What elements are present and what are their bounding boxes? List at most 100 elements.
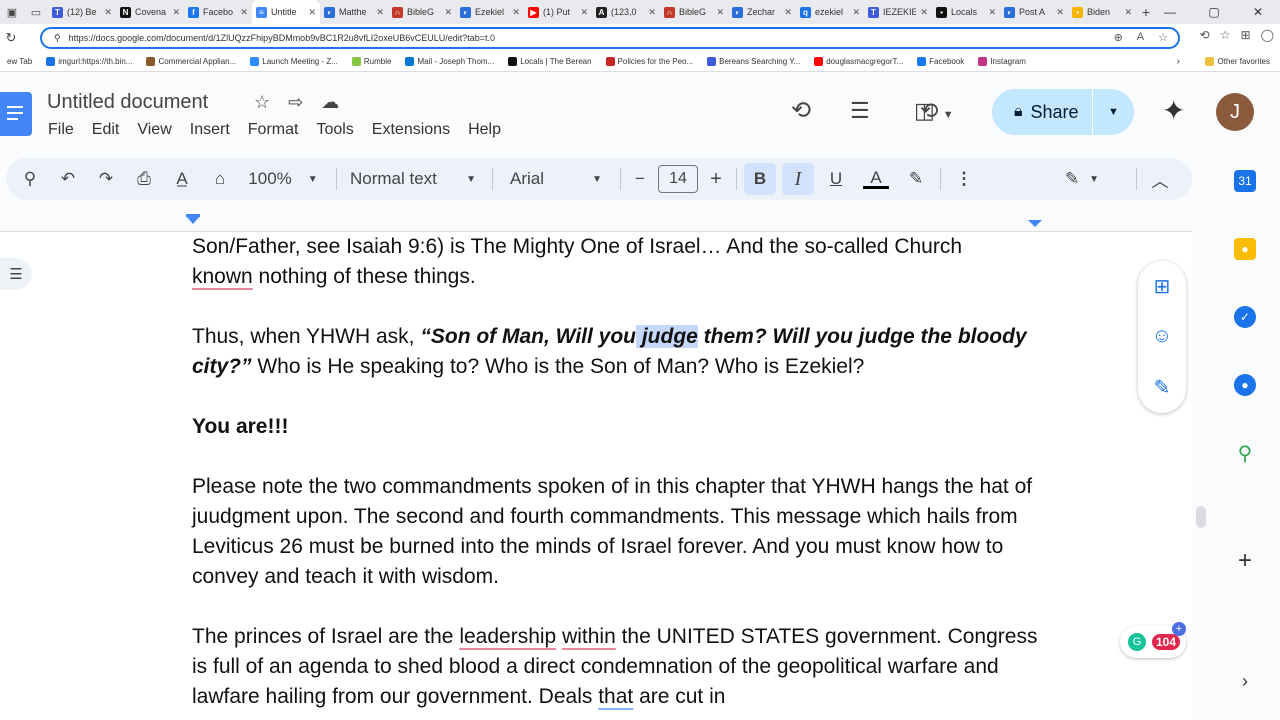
right-indent-marker[interactable] [1028, 220, 1042, 227]
get-addons-icon[interactable]: + [1234, 547, 1256, 574]
bookmark-item[interactable]: Locals | The Berean [501, 57, 598, 66]
browser-tab[interactable]: f Facebo ✕ [184, 2, 252, 22]
browser-tab[interactable]: q ezekiel ✕ [796, 2, 864, 22]
close-tab-icon[interactable]: ✕ [1056, 7, 1064, 18]
font-size-field[interactable]: 14 [658, 165, 698, 193]
close-tab-icon[interactable]: ✕ [512, 7, 520, 18]
close-tab-icon[interactable]: ✕ [240, 7, 248, 18]
site-info-icon[interactable]: ⚲ [54, 33, 61, 44]
text-color-icon[interactable]: A [862, 158, 890, 200]
menu-tools[interactable]: Tools [316, 121, 353, 139]
favorite-star-icon[interactable]: ☆ [1158, 31, 1168, 44]
bookmark-item[interactable]: Policies for the Peo... [599, 57, 701, 66]
browser-tab[interactable]: A (123,0 ✕ [592, 2, 660, 22]
suggestion-word[interactable]: that [598, 685, 633, 708]
document-outline-icon[interactable]: ☰ [0, 258, 32, 290]
bookmark-item[interactable]: Mail - Joseph Thom... [398, 57, 501, 66]
grammarly-widget[interactable]: G 104 + [1120, 622, 1186, 658]
bookmark-item[interactable]: Facebook [910, 57, 971, 66]
browser-tab[interactable]: ∩ BibleG ✕ [660, 2, 728, 22]
close-tab-icon[interactable]: ✕ [648, 7, 656, 18]
show-panel-icon[interactable]: › [1234, 670, 1256, 692]
more-options-icon[interactable]: ⋮ [950, 158, 978, 200]
menu-help[interactable]: Help [468, 121, 501, 139]
zoom-select[interactable]: 100% ▼ [242, 158, 324, 200]
suggest-edits-icon[interactable]: ✎ [1154, 375, 1171, 400]
zoom-icon[interactable]: ⊕ [1114, 31, 1123, 44]
add-comment-icon[interactable]: ⊞ [1154, 274, 1171, 299]
maximize-icon[interactable]: ▢ [1192, 0, 1236, 24]
bookmark-item[interactable]: ew Tab [0, 57, 39, 66]
workspaces-icon[interactable]: ▣ [0, 0, 24, 24]
bookmark-item[interactable]: imgurl:https://th.bin... [39, 57, 139, 66]
close-tab-icon[interactable]: ✕ [852, 7, 860, 18]
flagged-word[interactable]: leadership [459, 625, 556, 648]
browser-tab[interactable]: ∩ BibleG ✕ [388, 2, 456, 22]
scrollbar-thumb[interactable] [1196, 506, 1206, 528]
browser-tab[interactable]: T IEZEKIE ✕ [864, 2, 932, 22]
browser-tab[interactable]: ◐ Ezekiel ✕ [456, 2, 524, 22]
underline-icon[interactable]: U [822, 158, 850, 200]
highlight-icon[interactable]: ✎ [902, 158, 930, 200]
close-tab-icon[interactable]: ✕ [376, 7, 384, 18]
paragraph-style-select[interactable]: Normal text ▼ [350, 158, 480, 200]
document-title[interactable]: Untitled document [47, 91, 208, 114]
document-body[interactable]: Son/Father, see Isaiah 9:6) is The Might… [192, 232, 1042, 712]
tab-actions-icon[interactable]: ▭ [24, 0, 48, 24]
gemini-icon[interactable]: ✦ [1162, 94, 1185, 127]
browser-tab[interactable]: ▪ Locals ✕ [932, 2, 1000, 22]
menu-insert[interactable]: Insert [190, 121, 230, 139]
close-tab-icon[interactable]: ✕ [920, 7, 928, 18]
move-folder-icon[interactable]: ⇨ [288, 92, 303, 113]
menu-edit[interactable]: Edit [92, 121, 120, 139]
selected-text[interactable]: judge [636, 325, 698, 348]
browser-tab[interactable]: ◐ Zechar ✕ [728, 2, 796, 22]
document-page[interactable]: Son/Father, see Isaiah 9:6) is The Might… [0, 232, 1192, 720]
calendar-icon[interactable]: 31 [1234, 170, 1256, 192]
star-icon[interactable]: ☆ [254, 92, 270, 113]
close-tab-icon[interactable]: ✕ [784, 7, 792, 18]
profile-icon[interactable]: ◯ [1261, 28, 1274, 42]
close-tab-icon[interactable]: ✕ [988, 7, 996, 18]
close-tab-icon[interactable]: ✕ [308, 7, 316, 18]
close-tab-icon[interactable]: ✕ [1124, 7, 1132, 18]
menu-format[interactable]: Format [248, 121, 299, 139]
increase-font-size-icon[interactable]: + [704, 158, 728, 200]
comments-icon[interactable]: ☰ [850, 98, 870, 124]
bookmark-item[interactable]: Rumble [345, 57, 399, 66]
editing-mode-select[interactable]: ✎ ▼ [1060, 158, 1104, 200]
version-history-icon[interactable]: ⟲ [791, 96, 811, 125]
redo-icon[interactable]: ↷ [92, 158, 120, 200]
keep-icon[interactable]: ● [1234, 238, 1256, 260]
share-button[interactable]: 🔒︎ Share ▼ [992, 89, 1134, 135]
menu-view[interactable]: View [137, 121, 171, 139]
browser-tab[interactable]: ▪ Biden ✕ [1068, 2, 1136, 22]
meet-icon[interactable]: ◫ ▼ [914, 98, 954, 124]
bookmark-item[interactable]: Instagram [971, 57, 1033, 66]
add-emoji-icon[interactable]: ☺ [1152, 325, 1172, 348]
bookmarks-overflow-icon[interactable]: › [1177, 56, 1180, 67]
other-favorites[interactable]: Other favorites [1204, 57, 1270, 66]
left-indent-marker[interactable] [186, 216, 200, 224]
minimize-icon[interactable]: — [1148, 0, 1192, 24]
extensions-icon[interactable]: ⟲ [1200, 28, 1210, 42]
close-tab-icon[interactable]: ✕ [172, 7, 180, 18]
bookmark-item[interactable]: Launch Meeting - Z... [243, 57, 345, 66]
browser-tab[interactable]: ◐ Post A ✕ [1000, 2, 1068, 22]
docs-logo-icon[interactable] [0, 92, 32, 136]
cloud-saved-icon[interactable]: ☁ [321, 92, 339, 113]
browser-tab[interactable]: N Covena ✕ [116, 2, 184, 22]
collapse-menus-icon[interactable]: ︿ [1146, 158, 1174, 200]
font-select[interactable]: Arial ▼ [510, 158, 606, 200]
read-aloud-icon[interactable]: A [1137, 31, 1144, 44]
maps-icon[interactable]: ⚲ [1234, 442, 1256, 465]
tasks-icon[interactable]: ✓ [1234, 306, 1256, 328]
browser-tab[interactable]: ▶ (1) Put ✕ [524, 2, 592, 22]
favorites-icon[interactable]: ☆ [1220, 28, 1231, 42]
share-dropdown-icon[interactable]: ▼ [1092, 89, 1134, 135]
collections-icon[interactable]: ⊞ [1241, 28, 1251, 42]
menu-extensions[interactable]: Extensions [372, 121, 450, 139]
flagged-word[interactable]: within [562, 625, 616, 648]
misspelled-word[interactable]: known [192, 265, 253, 288]
browser-tab[interactable]: ≡ Untitle ✕ [252, 0, 320, 24]
